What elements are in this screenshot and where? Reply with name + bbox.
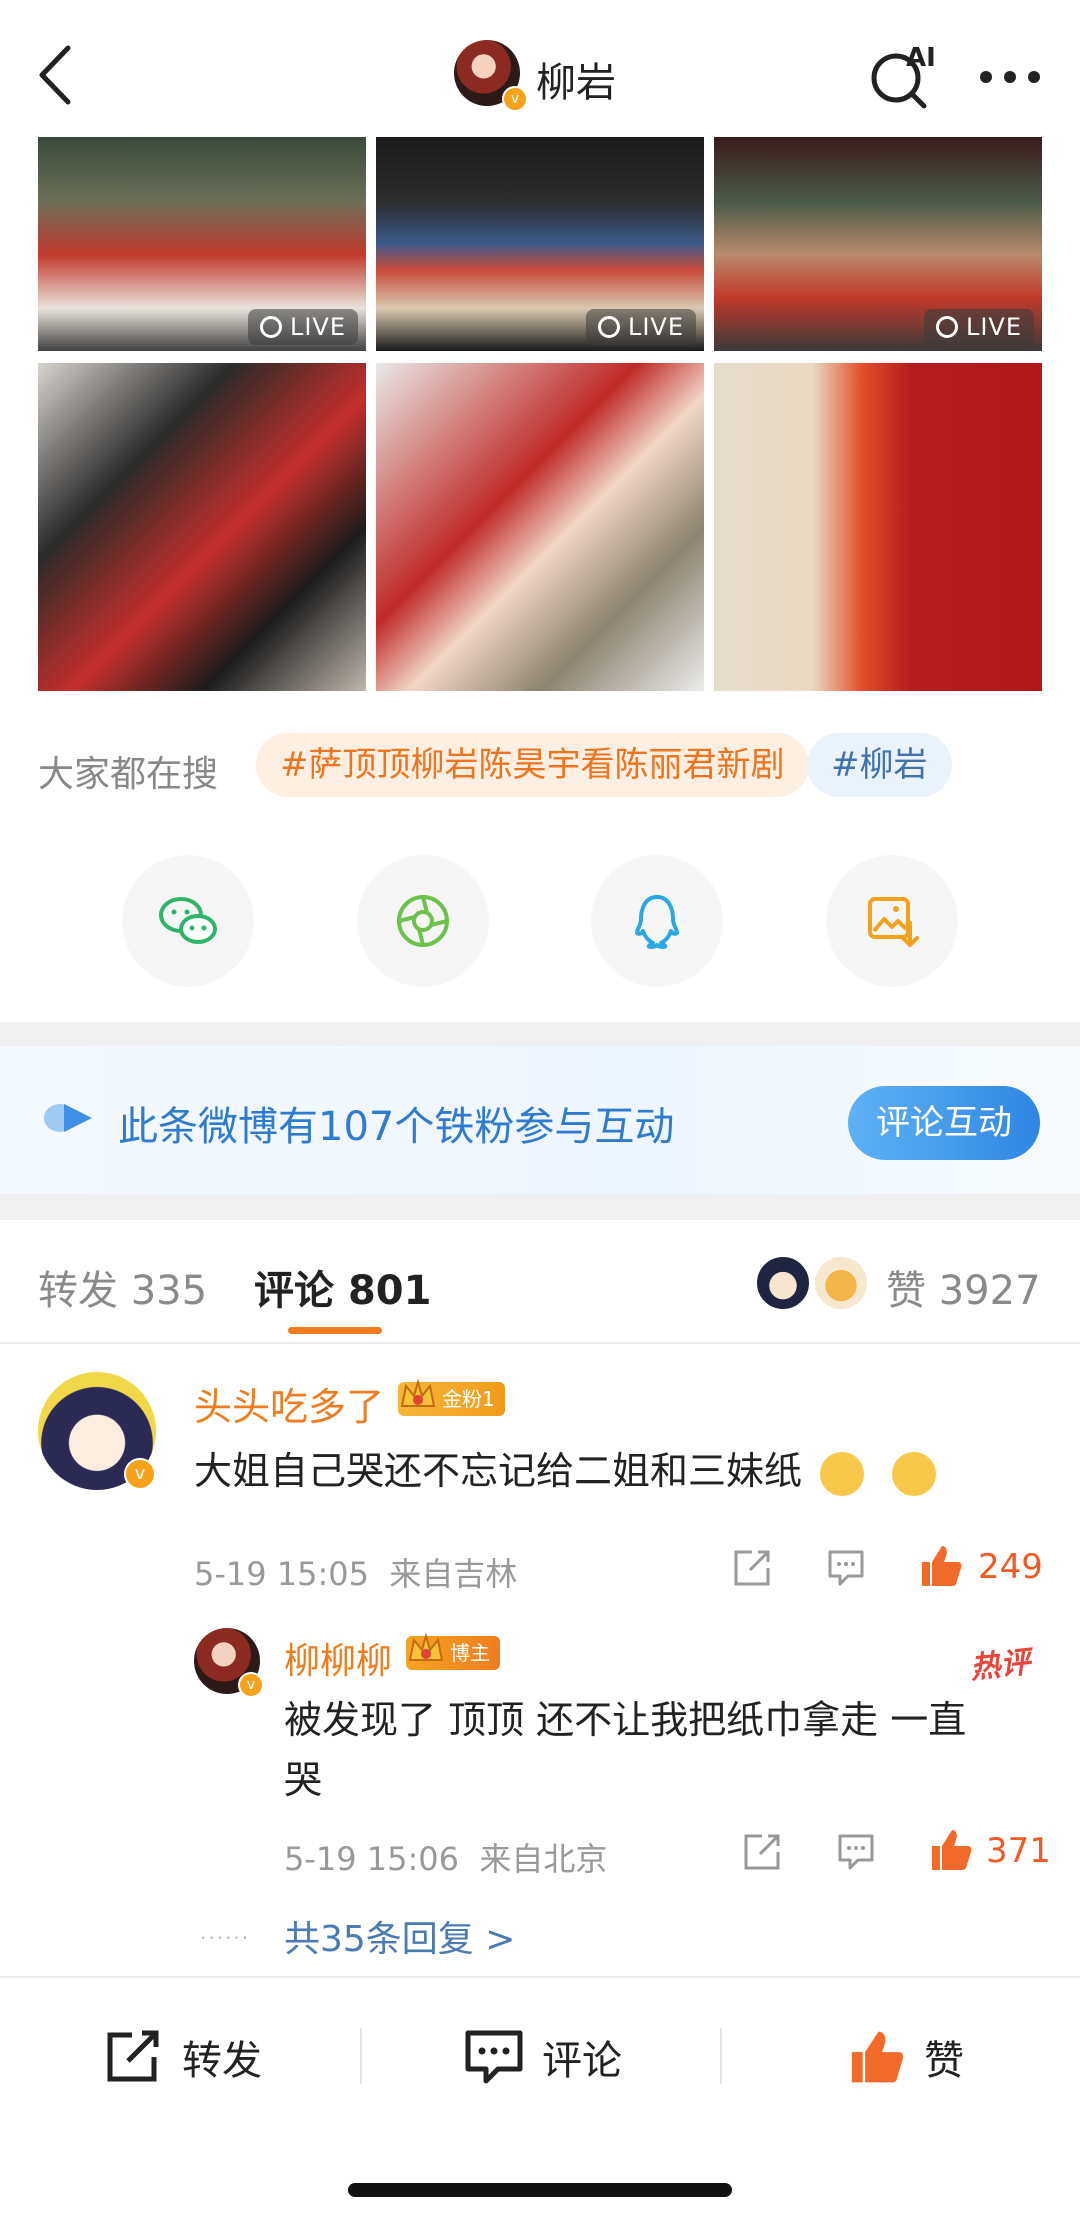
share-icon[interactable]: [740, 1830, 784, 1874]
moments-icon: [397, 895, 449, 947]
reply-icon[interactable]: [824, 1546, 868, 1590]
comment-interact-button[interactable]: 评论互动: [848, 1086, 1040, 1160]
reply-icon[interactable]: [834, 1830, 878, 1874]
post-photo-5[interactable]: [376, 363, 704, 691]
tab-comments[interactable]: 评论 801: [254, 1258, 431, 1316]
more-options-icon[interactable]: [980, 68, 1060, 83]
divider: [360, 2028, 362, 2084]
section-divider: [0, 1194, 1080, 1220]
fan-rank-badge: 金粉1: [398, 1378, 505, 1416]
comment-icon: [465, 2030, 523, 2084]
save-image-button[interactable]: [826, 855, 958, 987]
comment-meta: 5-19 15:05 来自吉林: [194, 1555, 518, 1593]
top-nav-bar: v 柳岩 AI: [0, 0, 1080, 137]
post-photo-3[interactable]: LIVE: [714, 137, 1042, 351]
qq-icon: [635, 895, 679, 949]
liker-avatar[interactable]: [754, 1254, 812, 1312]
crown-icon: [400, 1378, 436, 1407]
divider: [0, 1342, 1080, 1344]
liker-avatar[interactable]: [812, 1254, 870, 1312]
comment-button[interactable]: 评论: [464, 2028, 622, 2086]
trending-tag[interactable]: #萨顶顶柳岩陈昊宇看陈丽君新剧: [256, 733, 809, 797]
verified-badge-icon: v: [502, 86, 528, 112]
share-qq-button[interactable]: [591, 855, 723, 987]
back-arrow-icon[interactable]: [30, 40, 80, 110]
active-tab-indicator: [288, 1327, 382, 1334]
ai-label: AI: [906, 43, 936, 73]
trending-tag[interactable]: #柳岩: [807, 733, 952, 797]
save-image-icon: [868, 897, 919, 947]
like-count: 371: [986, 1831, 1051, 1871]
ai-search-icon[interactable]: AI: [866, 40, 946, 110]
commenter-name[interactable]: 头头吃多了: [194, 1376, 384, 1431]
dots-separator: ······: [200, 1926, 251, 1950]
like-count: 249: [978, 1547, 1043, 1587]
live-photo-badge: LIVE: [585, 309, 696, 345]
post-photo-6[interactable]: [714, 363, 1042, 691]
verified-badge-icon: v: [238, 1672, 264, 1698]
comment-text: 大姐自己哭还不忘记给二姐和三妹纸: [194, 1440, 937, 1496]
fans-interaction-text: 此条微博有107个铁粉参与互动: [118, 1104, 675, 1150]
share-wechat-button[interactable]: [122, 855, 254, 987]
live-photo-badge: LIVE: [923, 309, 1034, 345]
section-divider: [0, 1022, 1080, 1046]
reply-text: 被发现了 顶顶 还不让我把纸巾拿走 一直 哭: [284, 1698, 967, 1802]
post-photo-4[interactable]: [38, 363, 366, 691]
home-indicator: [348, 2183, 732, 2197]
live-photo-badge: LIVE: [247, 309, 358, 345]
view-more-replies-link[interactable]: 共35条回复 >: [284, 1910, 515, 1962]
share-moments-button[interactable]: [357, 855, 489, 987]
post-photo-1[interactable]: LIVE: [38, 137, 366, 351]
reply-meta: 5-19 15:06 来自北京: [284, 1840, 608, 1878]
wechat-icon: [159, 897, 217, 944]
post-photo-2[interactable]: LIVE: [376, 137, 704, 351]
bottom-action-bar: 转发 评论 赞: [0, 1976, 1080, 2138]
like-icon[interactable]: [916, 1542, 964, 1590]
divider: [720, 2028, 722, 2084]
repost-icon: [107, 2030, 159, 2082]
author-badge: 博主: [406, 1632, 500, 1670]
like-button[interactable]: 赞: [846, 2028, 964, 2086]
fans-interaction-banner: 此条微博有107个铁粉参与互动 评论互动: [0, 1046, 1080, 1194]
page-title[interactable]: 柳岩: [536, 50, 616, 108]
tab-likes[interactable]: 赞 3927: [886, 1258, 1041, 1316]
reply-author-name[interactable]: 柳柳柳: [284, 1632, 392, 1684]
crying-emoji-icon: [892, 1451, 937, 1496]
repost-button[interactable]: 转发: [104, 2028, 262, 2086]
share-icon[interactable]: [730, 1546, 774, 1590]
verified-badge-icon: v: [124, 1458, 156, 1490]
hot-comment-tag: 热评: [968, 1644, 1033, 1687]
crying-emoji-icon: [820, 1451, 865, 1496]
tab-reposts[interactable]: 转发 335: [38, 1258, 207, 1316]
trending-search-label: 大家都在搜: [38, 754, 219, 795]
like-icon[interactable]: [926, 1826, 974, 1874]
like-thumb-icon: [851, 2031, 904, 2083]
crown-icon: [408, 1632, 444, 1661]
fans-icon: [44, 1104, 92, 1132]
